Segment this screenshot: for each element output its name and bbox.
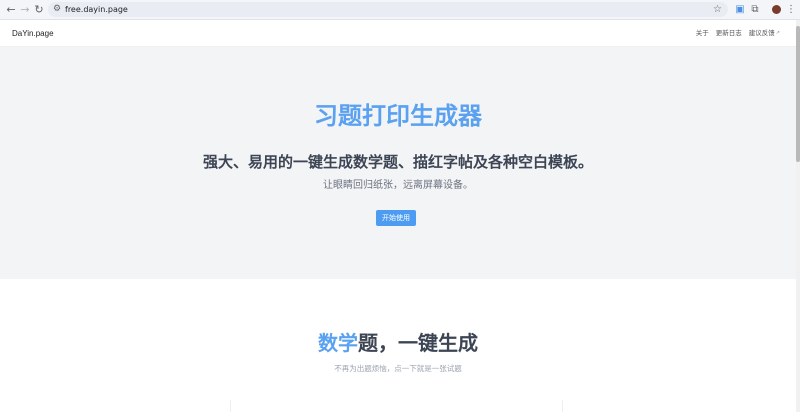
browser-toolbar: ← → ↻ ⚙ free.dayin.page ☆ ▣ ⧉ ⋮ <box>0 0 800 20</box>
scrollbar-thumb[interactable] <box>796 26 800 162</box>
get-started-button[interactable]: 开始使用 <box>376 210 416 226</box>
math-section-title: 数学题，一键生成 <box>0 330 796 356</box>
bookmark-star-icon[interactable]: ☆ <box>713 2 722 17</box>
math-section-title-accent: 数学 <box>318 331 358 355</box>
reload-icon[interactable]: ↻ <box>32 3 46 17</box>
external-link-icon: ↗ <box>775 30 780 36</box>
extension-icon[interactable]: ▣ <box>733 3 747 17</box>
back-icon[interactable]: ← <box>4 3 18 17</box>
hero-title: 习题打印生成器 <box>314 102 482 130</box>
nav-link-feedback-wrap[interactable]: 建议反馈↗ <box>749 28 780 39</box>
more-menu-icon[interactable]: ⋮ <box>786 3 796 17</box>
forward-icon[interactable]: → <box>18 3 32 17</box>
math-section-title-rest: 题，一键生成 <box>358 331 478 355</box>
hero-subtitle: 强大、易用的一键生成数学题、描红字帖及各种空白模板。 <box>202 153 593 171</box>
puzzle-icon[interactable]: ⧉ <box>748 3 762 17</box>
site-info-icon[interactable]: ⚙ <box>53 4 61 15</box>
site-logo[interactable]: DaYin.page <box>12 28 54 39</box>
url-text[interactable]: free.dayin.page <box>65 3 128 16</box>
card-edge <box>562 400 563 412</box>
nav-link-changelog[interactable]: 更新日志 <box>716 28 742 39</box>
site-nav: 关于 更新日志 建议反馈↗ <box>696 28 780 39</box>
hero-description: 让眼睛回归纸张，远离屏幕设备。 <box>323 180 473 191</box>
site-header: DaYin.page 关于 更新日志 建议反馈↗ <box>0 20 796 47</box>
card-edge <box>230 400 231 412</box>
profile-avatar[interactable] <box>772 5 781 14</box>
hero-section: 习题打印生成器 强大、易用的一键生成数学题、描红字帖及各种空白模板。 让眼睛回归… <box>0 47 796 279</box>
nav-link-feedback[interactable]: 建议反馈 <box>749 29 775 37</box>
math-section-description: 不再为出题烦恼，点一下就是一张试题 <box>334 364 462 373</box>
page-scrollbar[interactable] <box>796 20 800 412</box>
nav-link-about[interactable]: 关于 <box>696 28 709 39</box>
address-bar[interactable]: ⚙ free.dayin.page ☆ <box>48 2 728 17</box>
